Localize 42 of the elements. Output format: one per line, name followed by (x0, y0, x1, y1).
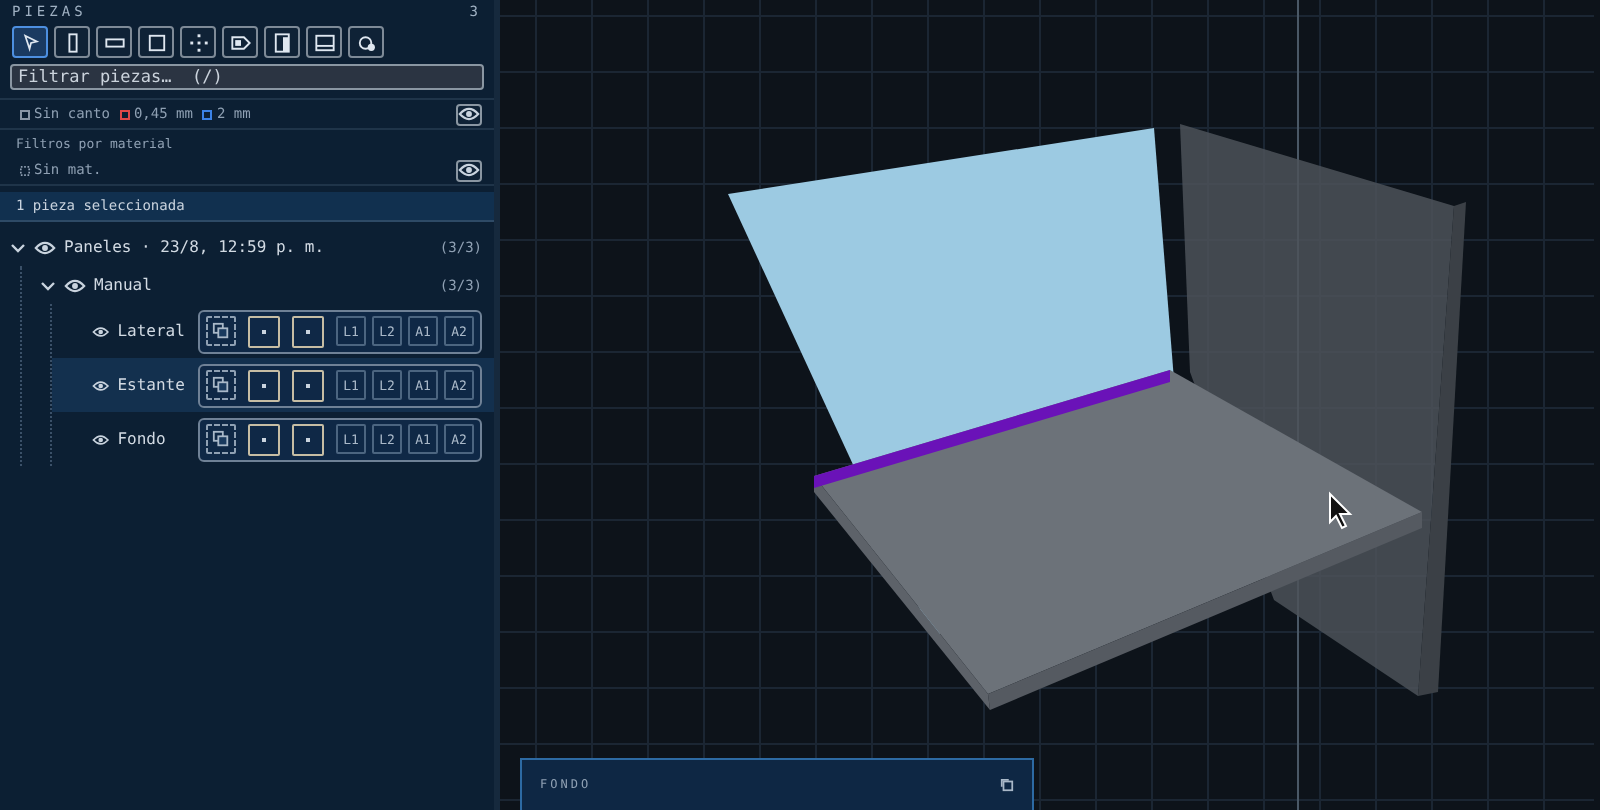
layers-icon (212, 322, 230, 340)
frame-icon (311, 29, 337, 55)
visibility-toggle[interactable] (456, 103, 482, 125)
tool-button[interactable] (12, 26, 48, 58)
face-button[interactable] (292, 369, 324, 401)
eye-icon[interactable] (92, 377, 110, 393)
eye-icon[interactable] (64, 277, 86, 293)
tool-button[interactable] (264, 26, 300, 58)
tool-button[interactable] (306, 26, 342, 58)
dots-icon (185, 29, 211, 55)
material-icon (20, 165, 30, 175)
cursor-icon (1329, 491, 1353, 530)
layers-button[interactable] (206, 424, 236, 454)
copy-icon[interactable] (1000, 778, 1014, 792)
search-field[interactable]: Filtrar piezas… (/) (10, 64, 484, 90)
layers-icon (212, 376, 230, 394)
chevron-icon[interactable] (10, 239, 26, 255)
face-button[interactable] (292, 423, 324, 455)
face-button[interactable] (248, 315, 280, 347)
square-icon (143, 29, 169, 55)
tool-button[interactable] (348, 26, 384, 58)
face-button[interactable] (248, 423, 280, 455)
tool-button[interactable] (138, 26, 174, 58)
layers-icon (212, 430, 230, 448)
eye-icon[interactable] (34, 239, 56, 255)
eye-icon (458, 106, 480, 122)
visibility-toggle[interactable] (456, 159, 482, 181)
tool-button[interactable] (54, 26, 90, 58)
eye-icon[interactable] (92, 431, 110, 447)
face-button[interactable] (248, 369, 280, 401)
tool-button[interactable] (96, 26, 132, 58)
group-label[interactable]: Paneles · 23/8, 12:59 p. m. (64, 238, 325, 256)
chevron-icon[interactable] (40, 277, 56, 293)
layers-button[interactable] (206, 316, 236, 346)
face-button[interactable] (292, 315, 324, 347)
eye-icon[interactable] (92, 323, 110, 339)
tool-button[interactable] (180, 26, 216, 58)
door-icon (269, 29, 295, 55)
layers-button[interactable] (206, 370, 236, 400)
group-label[interactable]: Manual (94, 276, 152, 294)
tool-button[interactable] (222, 26, 258, 58)
eye-icon (458, 162, 480, 178)
